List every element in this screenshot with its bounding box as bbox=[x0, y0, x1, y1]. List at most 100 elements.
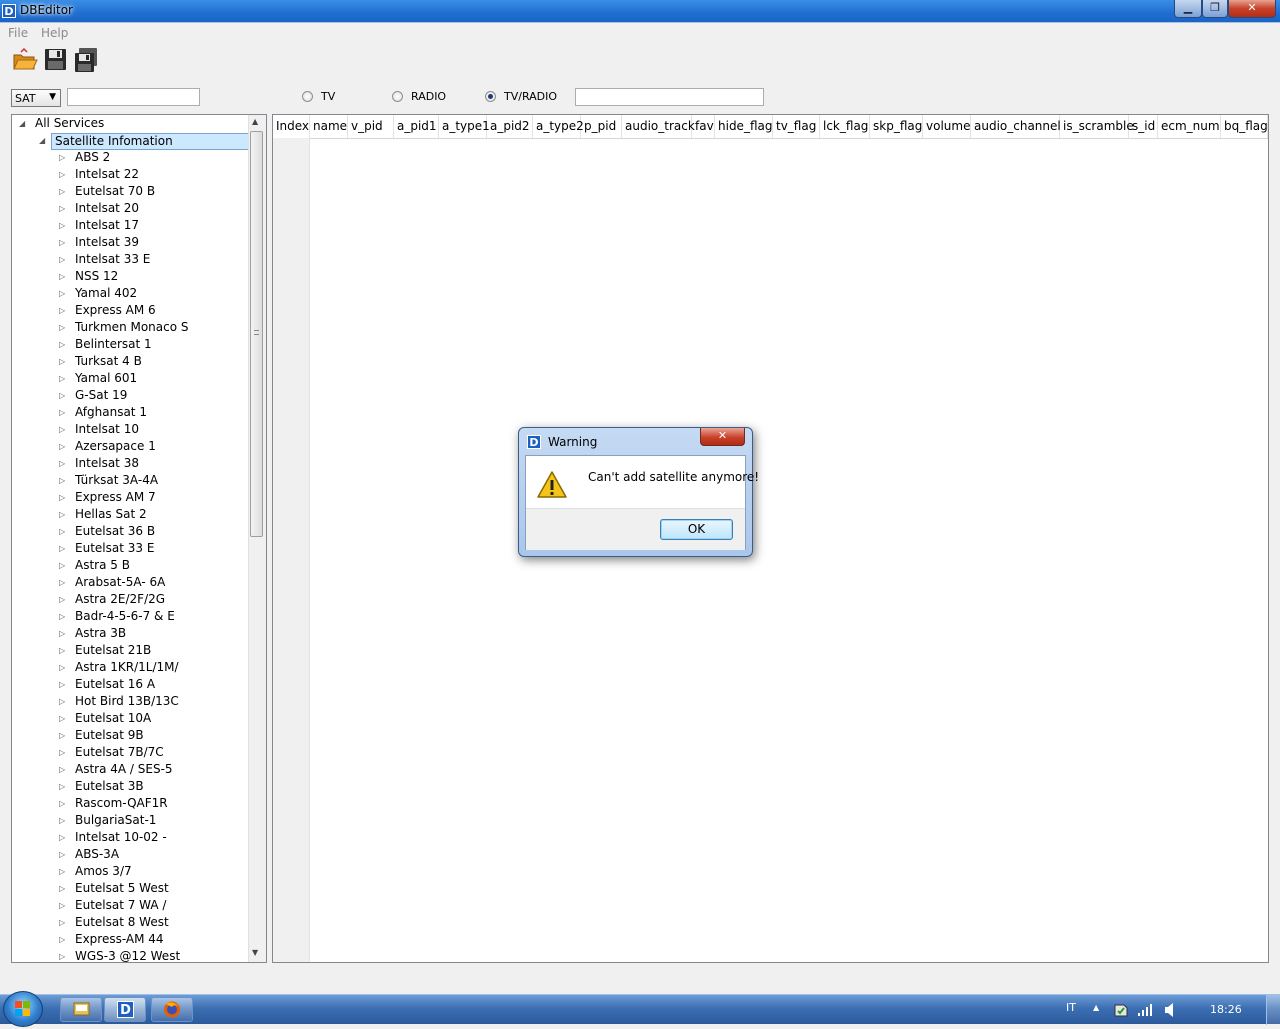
column-header-audio-track[interactable]: audio_track bbox=[622, 115, 695, 138]
taskbar-dbeditor[interactable]: D bbox=[104, 997, 146, 1022]
collapsed-arrow-icon[interactable]: ▷ bbox=[59, 217, 65, 234]
services-table[interactable]: Index name v_pid a_pid1 a_type1 a_pid2 a_type2… bbox=[272, 114, 1269, 963]
collapsed-arrow-icon[interactable]: ▷ bbox=[59, 166, 65, 183]
collapsed-arrow-icon[interactable]: ▷ bbox=[59, 540, 65, 557]
collapsed-arrow-icon[interactable]: ▷ bbox=[59, 608, 65, 625]
collapsed-arrow-icon[interactable]: ▷ bbox=[59, 421, 65, 438]
ok-button[interactable]: OK bbox=[660, 519, 733, 540]
collapsed-arrow-icon[interactable]: ▷ bbox=[59, 370, 65, 387]
taskbar-firefox[interactable] bbox=[151, 997, 193, 1022]
collapsed-arrow-icon[interactable]: ▷ bbox=[59, 506, 65, 523]
collapsed-arrow-icon[interactable]: ▷ bbox=[59, 659, 65, 676]
save-button[interactable] bbox=[43, 47, 69, 73]
radio-radio[interactable]: RADIO bbox=[392, 90, 446, 103]
collapsed-arrow-icon[interactable]: ▷ bbox=[59, 693, 65, 710]
network-icon[interactable] bbox=[1137, 1003, 1153, 1017]
collapsed-arrow-icon[interactable]: ▷ bbox=[59, 438, 65, 455]
taskbar-explorer[interactable] bbox=[60, 997, 102, 1022]
collapsed-arrow-icon[interactable]: ▷ bbox=[59, 319, 65, 336]
column-header-a-type2[interactable]: a_type2 bbox=[533, 115, 584, 138]
collapsed-arrow-icon[interactable]: ▷ bbox=[59, 863, 65, 880]
collapsed-arrow-icon[interactable]: ▷ bbox=[59, 710, 65, 727]
window-title-bar[interactable]: D DBEditor ▁ ❐ ✕ bbox=[0, 0, 1280, 22]
service-search-input[interactable] bbox=[575, 88, 764, 106]
radio-tv[interactable]: TV bbox=[302, 90, 335, 103]
collapsed-arrow-icon[interactable]: ▷ bbox=[59, 591, 65, 608]
volume-icon[interactable] bbox=[1164, 1002, 1178, 1018]
collapsed-arrow-icon[interactable]: ▷ bbox=[59, 931, 65, 948]
column-header-a-pid1[interactable]: a_pid1 bbox=[394, 115, 439, 138]
collapsed-arrow-icon[interactable]: ▷ bbox=[59, 302, 65, 319]
close-button[interactable]: ✕ bbox=[1228, 0, 1276, 18]
save-as-button[interactable] bbox=[74, 47, 100, 73]
column-header-hide-flag[interactable]: hide_flag bbox=[715, 115, 773, 138]
column-header-audio-channel[interactable]: audio_channel bbox=[971, 115, 1061, 138]
collapsed-arrow-icon[interactable]: ▷ bbox=[59, 795, 65, 812]
menu-file[interactable]: File bbox=[8, 26, 28, 40]
collapsed-arrow-icon[interactable]: ▷ bbox=[59, 472, 65, 489]
collapsed-arrow-icon[interactable]: ▷ bbox=[59, 574, 65, 591]
column-header-lck-flag[interactable]: lck_flag bbox=[820, 115, 870, 138]
show-desktop-button[interactable] bbox=[1266, 995, 1280, 1025]
tray-expand-icon[interactable]: ▲ bbox=[1093, 1003, 1099, 1012]
column-header-tv-flag[interactable]: tv_flag bbox=[773, 115, 820, 138]
minimize-button[interactable]: ▁ bbox=[1174, 0, 1202, 18]
collapsed-arrow-icon[interactable]: ▷ bbox=[59, 880, 65, 897]
column-header-fav[interactable]: fav bbox=[692, 115, 715, 138]
collapsed-arrow-icon[interactable]: ▷ bbox=[59, 387, 65, 404]
dialog-close-button[interactable]: ✕ bbox=[700, 428, 745, 446]
menu-help[interactable]: Help bbox=[41, 26, 68, 40]
column-header-a-type1[interactable]: a_type1 bbox=[439, 115, 490, 138]
collapsed-arrow-icon[interactable]: ▷ bbox=[59, 353, 65, 370]
collapsed-arrow-icon[interactable]: ▷ bbox=[59, 336, 65, 353]
collapsed-arrow-icon[interactable]: ▷ bbox=[59, 149, 65, 166]
collapsed-arrow-icon[interactable]: ▷ bbox=[59, 948, 65, 962]
start-button[interactable] bbox=[3, 991, 43, 1027]
clock[interactable]: 18:26 bbox=[1210, 1003, 1242, 1016]
collapsed-arrow-icon[interactable]: ▷ bbox=[59, 846, 65, 863]
expanded-arrow-icon[interactable]: ◢ bbox=[19, 115, 25, 132]
collapsed-arrow-icon[interactable]: ▷ bbox=[59, 183, 65, 200]
column-header-p-pid[interactable]: p_pid bbox=[581, 115, 622, 138]
collapsed-arrow-icon[interactable]: ▷ bbox=[59, 200, 65, 217]
scroll-down-icon[interactable]: ▼ bbox=[252, 948, 258, 957]
satellite-tree[interactable]: ◢ All Services ◢ Satellite Infomation ▷ A… bbox=[11, 114, 267, 963]
column-header-s-id[interactable]: s_id bbox=[1129, 115, 1158, 138]
radio-tv-radio[interactable]: TV/RADIO bbox=[485, 90, 557, 103]
action-center-icon[interactable] bbox=[1113, 1002, 1129, 1018]
collapsed-arrow-icon[interactable]: ▷ bbox=[59, 251, 65, 268]
column-header-name[interactable]: name bbox=[310, 115, 348, 138]
column-header-v-pid[interactable]: v_pid bbox=[348, 115, 394, 138]
collapsed-arrow-icon[interactable]: ▷ bbox=[59, 676, 65, 693]
column-header-bq-flag[interactable]: bq_flag bbox=[1221, 115, 1268, 138]
collapsed-arrow-icon[interactable]: ▷ bbox=[59, 727, 65, 744]
maximize-button[interactable]: ❐ bbox=[1202, 0, 1228, 18]
tree-search-input[interactable] bbox=[67, 88, 200, 106]
column-header-skp-flag[interactable]: skp_flag bbox=[870, 115, 923, 138]
open-button[interactable] bbox=[12, 47, 38, 73]
language-indicator[interactable]: IT bbox=[1066, 1001, 1076, 1014]
collapsed-arrow-icon[interactable]: ▷ bbox=[59, 744, 65, 761]
collapsed-arrow-icon[interactable]: ▷ bbox=[59, 642, 65, 659]
column-header-is-scramble[interactable]: is_scramble bbox=[1060, 115, 1134, 138]
column-header-volume[interactable]: volume bbox=[923, 115, 971, 138]
collapsed-arrow-icon[interactable]: ▷ bbox=[59, 234, 65, 251]
collapsed-arrow-icon[interactable]: ▷ bbox=[59, 455, 65, 472]
column-header-index[interactable]: Index bbox=[273, 115, 310, 138]
collapsed-arrow-icon[interactable]: ▷ bbox=[59, 489, 65, 506]
collapsed-arrow-icon[interactable]: ▷ bbox=[59, 914, 65, 931]
collapsed-arrow-icon[interactable]: ▷ bbox=[59, 285, 65, 302]
tree-group[interactable]: ◢ Satellite Infomation bbox=[12, 132, 250, 150]
column-header-a-pid2[interactable]: a_pid2 bbox=[487, 115, 533, 138]
collapsed-arrow-icon[interactable]: ▷ bbox=[59, 404, 65, 421]
tree-scroll-thumb[interactable] bbox=[250, 131, 263, 537]
collapsed-arrow-icon[interactable]: ▷ bbox=[59, 778, 65, 795]
collapsed-arrow-icon[interactable]: ▷ bbox=[59, 829, 65, 846]
satellite-type-combo[interactable]: SAT ▼ bbox=[11, 89, 61, 107]
scroll-up-icon[interactable]: ▲ bbox=[252, 117, 258, 126]
collapsed-arrow-icon[interactable]: ▷ bbox=[59, 761, 65, 778]
collapsed-arrow-icon[interactable]: ▷ bbox=[59, 625, 65, 642]
column-header-ecm-num[interactable]: ecm_num bbox=[1158, 115, 1221, 138]
collapsed-arrow-icon[interactable]: ▷ bbox=[59, 523, 65, 540]
collapsed-arrow-icon[interactable]: ▷ bbox=[59, 897, 65, 914]
